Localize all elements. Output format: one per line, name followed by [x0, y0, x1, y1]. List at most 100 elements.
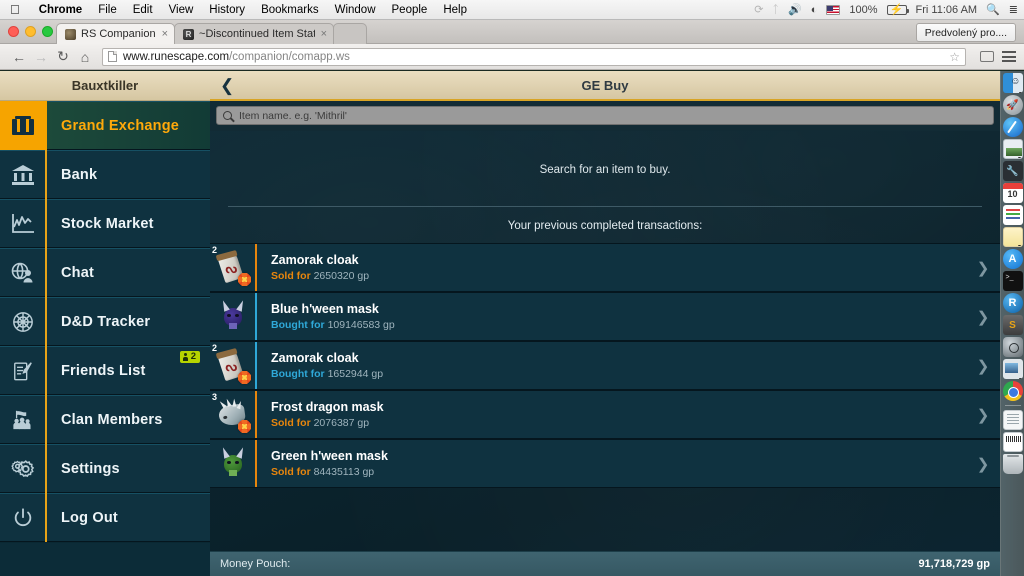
- menu-window[interactable]: Window: [327, 4, 384, 16]
- close-window-button[interactable]: [8, 26, 19, 37]
- search-input[interactable]: Item name. e.g. 'Mithril': [216, 106, 994, 125]
- wifi-icon[interactable]: ◐: [811, 4, 818, 16]
- minimize-window-button[interactable]: [25, 26, 36, 37]
- chevron-right-icon[interactable]: ❯: [966, 406, 1000, 424]
- battery-icon[interactable]: ⚡: [886, 4, 909, 16]
- chrome-toolbar: ← → ↻ ⌂ www.runescape.com /companion/com…: [0, 44, 1024, 70]
- tab-title: RS Companion: [81, 28, 156, 40]
- chevron-left-icon[interactable]: ❮: [220, 71, 234, 101]
- forward-button[interactable]: →: [30, 49, 52, 65]
- transaction-list: 2 Zamorak cloak Sold for 2650320 gp ❯: [210, 243, 1000, 488]
- chrome-icon[interactable]: [1002, 381, 1023, 401]
- tab-discontinued-item-status[interactable]: R ~Discontinued Item Status ×: [174, 23, 335, 44]
- sidebar-item-settings[interactable]: Settings: [0, 444, 210, 493]
- item-name: Blue h'ween mask: [271, 301, 379, 316]
- compass-icon: [0, 297, 45, 346]
- menu-file[interactable]: File: [90, 4, 125, 16]
- notes-icon[interactable]: [1002, 227, 1023, 247]
- menu-chrome[interactable]: Chrome: [31, 4, 90, 16]
- sidebar-item-friends-list[interactable]: Friends List 2: [0, 346, 210, 395]
- bluetooth-icon[interactable]: ᛏ: [772, 4, 779, 16]
- finder-icon[interactable]: [1002, 73, 1023, 93]
- sidebar-item-grand-exchange[interactable]: Grand Exchange: [0, 101, 210, 150]
- sidebar-item-label: Chat: [61, 264, 95, 281]
- menu-people[interactable]: People: [384, 4, 436, 16]
- us-flag-icon[interactable]: [826, 4, 841, 15]
- terminal-icon[interactable]: [1002, 271, 1023, 291]
- table-row[interactable]: 3 Frost dragon mask Sold for 2076387 gp: [210, 390, 1000, 439]
- list-icon[interactable]: ≣: [1009, 3, 1018, 16]
- item-quantity: 2: [212, 343, 218, 353]
- tab-rs-companion[interactable]: RS Companion ×: [56, 23, 176, 44]
- reminders-icon[interactable]: [1002, 205, 1023, 225]
- document-icon[interactable]: [1002, 410, 1023, 430]
- table-row[interactable]: 2 Zamorak cloak Sold for 2650320 gp ❯: [210, 243, 1000, 292]
- sublime-icon[interactable]: [1002, 315, 1023, 335]
- menu-bookmarks[interactable]: Bookmarks: [253, 4, 327, 16]
- sidebar-item-chat[interactable]: Chat: [0, 248, 210, 297]
- tab-close-icon[interactable]: ×: [321, 28, 327, 40]
- sidebar-item-label: Settings: [61, 460, 120, 477]
- volume-icon[interactable]: 🔊: [788, 3, 802, 16]
- disk-utility-icon[interactable]: [1002, 337, 1023, 357]
- preview-icon[interactable]: [1002, 359, 1023, 379]
- table-row[interactable]: Blue h'ween mask Bought for 109146583 gp…: [210, 292, 1000, 341]
- search-icon[interactable]: 🔍: [986, 3, 1000, 16]
- url-path: /companion/comapp.ws: [229, 50, 350, 63]
- chevron-right-icon[interactable]: ❯: [966, 259, 1000, 277]
- tab-close-icon[interactable]: ×: [162, 28, 168, 40]
- sidebar-item-label: Bank: [61, 166, 98, 183]
- transaction-action: Bought for: [271, 367, 325, 380]
- chrome-tab-strip: RS Companion × R ~Discontinued Item Stat…: [0, 20, 1024, 44]
- hamburger-menu-icon[interactable]: [1002, 49, 1016, 65]
- profile-button[interactable]: Predvolený pro....: [915, 23, 1016, 42]
- maximize-window-button[interactable]: [42, 26, 53, 37]
- cast-icon[interactable]: [980, 51, 994, 62]
- search-icon: [223, 111, 232, 120]
- sidebar-item-clan-members[interactable]: Clan Members: [0, 395, 210, 444]
- xcode-icon[interactable]: 🔧: [1002, 161, 1023, 181]
- menu-edit[interactable]: Edit: [125, 4, 161, 16]
- clock-label[interactable]: Fri 11:06 AM: [916, 4, 978, 16]
- trash-icon[interactable]: [1002, 454, 1023, 474]
- tab-title: ~Discontinued Item Status: [199, 28, 315, 40]
- table-row[interactable]: 2 Zamorak cloak Bought for 1652944 gp ❯: [210, 341, 1000, 390]
- window-controls: [8, 26, 53, 37]
- chevron-right-icon[interactable]: ❯: [966, 357, 1000, 375]
- safari-icon[interactable]: [1002, 117, 1023, 137]
- sidebar-item-log-out[interactable]: Log Out: [0, 493, 210, 542]
- table-row[interactable]: Green h'ween mask Sold for 84435113 gp ❯: [210, 439, 1000, 488]
- photos-icon[interactable]: [1002, 139, 1023, 159]
- launchpad-icon[interactable]: 🚀: [1002, 95, 1023, 115]
- chevron-right-icon[interactable]: ❯: [966, 308, 1000, 326]
- reload-button[interactable]: ↻: [52, 48, 74, 65]
- transaction-amount: 2650320 gp: [313, 269, 370, 282]
- scanner-icon[interactable]: [1002, 432, 1023, 452]
- chevron-right-icon[interactable]: ❯: [966, 455, 1000, 473]
- money-pouch-label: Money Pouch:: [220, 558, 291, 570]
- sidebar-item-stock-market[interactable]: Stock Market: [0, 199, 210, 248]
- transaction-amount: 109146583 gp: [327, 318, 395, 331]
- item-transaction-line: Bought for 1652944 gp: [271, 367, 966, 381]
- calendar-icon[interactable]: [1002, 183, 1023, 203]
- bookmark-star-icon[interactable]: ☆: [949, 50, 960, 64]
- chart-icon: [0, 199, 45, 248]
- menu-help[interactable]: Help: [435, 4, 475, 16]
- person-icon: [182, 352, 188, 361]
- sidebar-item-bank[interactable]: Bank: [0, 150, 210, 199]
- address-bar[interactable]: www.runescape.com /companion/comapp.ws ☆: [102, 47, 966, 66]
- menu-history[interactable]: History: [201, 4, 253, 16]
- item-info: Green h'ween mask Sold for 84435113 gp: [257, 448, 966, 479]
- sidebar-item-dd-tracker[interactable]: D&D Tracker: [0, 297, 210, 346]
- menu-view[interactable]: View: [161, 4, 202, 16]
- back-button[interactable]: ←: [8, 49, 30, 65]
- app-store-icon[interactable]: [1002, 249, 1023, 269]
- time-machine-icon[interactable]: ⟳: [754, 3, 763, 16]
- transactions-heading: Your previous completed transactions:: [507, 220, 703, 232]
- apple-logo-icon[interactable]: : [10, 3, 20, 16]
- runescape-icon[interactable]: [1002, 293, 1023, 313]
- new-tab-button[interactable]: [333, 23, 368, 44]
- transaction-action: Sold for: [271, 416, 311, 429]
- page-info-icon[interactable]: [108, 51, 117, 62]
- home-button[interactable]: ⌂: [74, 49, 96, 65]
